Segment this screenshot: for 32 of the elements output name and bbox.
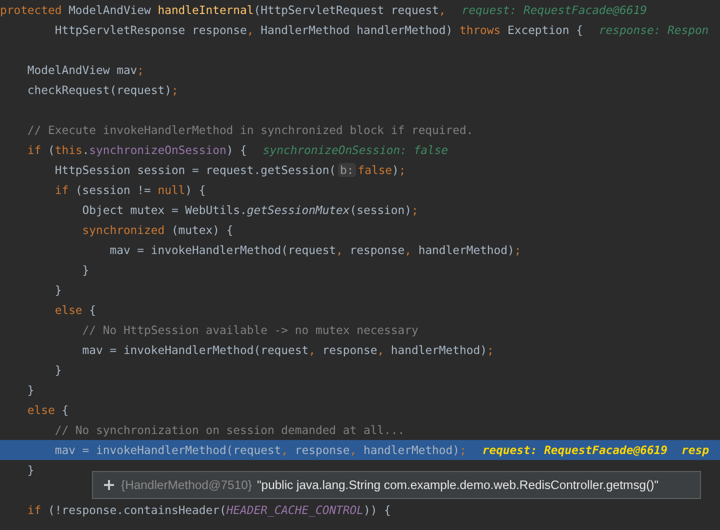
expand-plus-icon[interactable] [104, 480, 114, 490]
code-text: synchronized (mutex) { [81, 222, 234, 239]
code-text: checkRequest(request); [26, 82, 178, 99]
code-text: } [54, 282, 62, 299]
code-text: else { [26, 402, 69, 419]
code-text: // Execute invokeHandlerMethod in synchronized block if required. [26, 122, 474, 139]
object-id: {HandlerMethod@7510} [121, 478, 252, 492]
debug-value-hint: request: RequestFacade@6619 [462, 2, 647, 19]
code-text: ModelAndView mav; [26, 62, 144, 79]
code-text: else { [54, 302, 96, 319]
code-text: // No HttpSession available -> no mutex necessary [81, 322, 418, 339]
code-text: if (session != null) { [54, 182, 206, 199]
code-text: if (this.synchronizeOnSession) { [26, 142, 247, 159]
code-text: Object mutex = WebUtils.getSessionMutex(session); [81, 202, 418, 219]
code-text: // No synchronization on session demanded at all... [54, 422, 405, 439]
code-text: HttpServletResponse response, HandlerMethod handlerMethod) throws Exception { [54, 22, 583, 39]
code-text: mav = invokeHandlerMethod(request, response, handlerMethod); [81, 342, 494, 359]
code-text: mav = invokeHandlerMethod(request, response, handlerMethod); [54, 442, 466, 459]
debug-value-hint: resp [682, 442, 709, 459]
code-text: } [26, 382, 34, 399]
code-text: if (!response.containsHeader(HEADER_CACHE_CONTROL)) { [26, 502, 391, 519]
code-text: } [81, 262, 90, 279]
debug-value-hint: request: RequestFacade@6619 [482, 442, 668, 459]
value-text: "public java.lang.String com.example.demo.web.RedisController.getmsg()" [256, 478, 659, 492]
code-text: } [54, 362, 62, 379]
debug-value-hint: synchronizeOnSession: false [262, 142, 448, 159]
code-text: mav = invokeHandlerMethod(request, response, handlerMethod); [108, 242, 522, 259]
code-text: protected ModelAndView handleInternal(HttpServletRequest request, [0, 2, 446, 19]
code-editor[interactable] [0, 0, 720, 530]
code-text: } [26, 462, 34, 479]
debug-value-hint: response: Respon [598, 22, 709, 39]
code-text: HttpSession session = request.getSession( b: false); [54, 162, 406, 179]
